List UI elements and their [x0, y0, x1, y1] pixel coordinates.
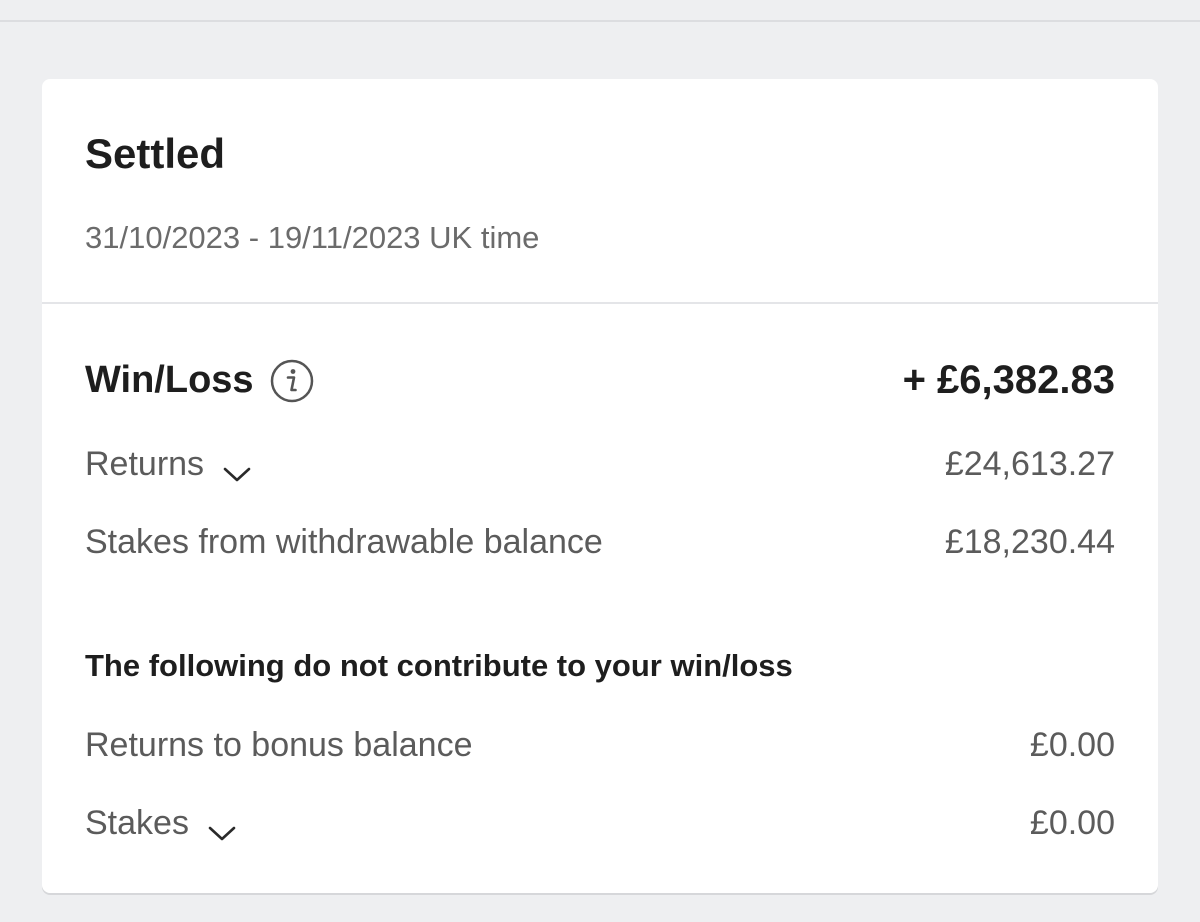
stakes-withdrawable-label: Stakes from withdrawable balance	[85, 523, 603, 561]
returns-bonus-value: £0.00	[1029, 726, 1115, 764]
chevron-down-icon[interactable]	[222, 455, 252, 481]
returns-bonus-row: Returns to bonus balance £0.00	[85, 726, 1115, 765]
top-divider	[0, 20, 1200, 22]
win-loss-value: + £6,382.83	[902, 358, 1115, 402]
stakes-label: Stakes	[85, 804, 189, 842]
returns-value: £24,613.27	[944, 445, 1115, 483]
win-loss-label-group: Win/Loss	[85, 359, 314, 403]
stakes-row[interactable]: Stakes £0.00	[85, 804, 1115, 843]
returns-row[interactable]: Returns £24,613.27	[85, 445, 1115, 484]
win-loss-row: Win/Loss + £6,382.83	[85, 358, 1115, 403]
date-range: 31/10/2023 - 19/11/2023 UK time	[85, 220, 540, 255]
win-loss-label: Win/Loss	[85, 359, 254, 401]
non-contributing-heading: The following do not contribute to your …	[85, 648, 793, 683]
stakes-value: £0.00	[1029, 804, 1115, 842]
settled-summary-card: Settled 31/10/2023 - 19/11/2023 UK time …	[42, 79, 1158, 893]
returns-label: Returns	[85, 445, 205, 483]
chevron-down-icon[interactable]	[207, 814, 237, 840]
stakes-withdrawable-value: £18,230.44	[944, 523, 1115, 561]
card-header: Settled 31/10/2023 - 19/11/2023 UK time	[42, 79, 1158, 304]
stakes-label-group[interactable]: Stakes	[85, 804, 237, 843]
returns-bonus-label: Returns to bonus balance	[85, 726, 473, 764]
stakes-withdrawable-row: Stakes from withdrawable balance £18,230…	[85, 523, 1115, 562]
page-title: Settled	[85, 130, 226, 177]
returns-label-group[interactable]: Returns	[85, 445, 252, 484]
info-icon[interactable]	[270, 359, 314, 403]
